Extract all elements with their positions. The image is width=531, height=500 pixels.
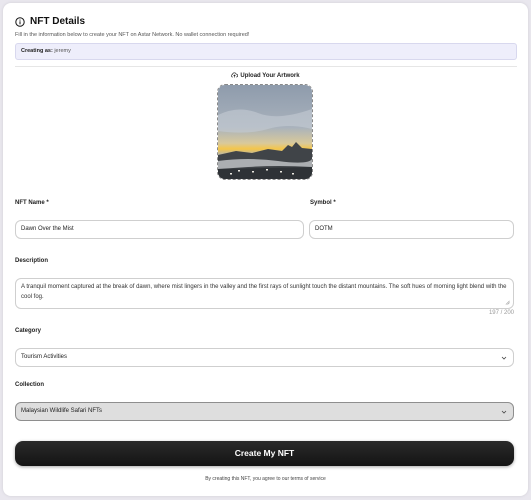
symbol-label: Symbol * (310, 200, 336, 206)
create-nft-button[interactable]: Create My NFT (15, 441, 514, 466)
category-selected-value: Tourism Activities (21, 354, 68, 360)
artwork-preview-image (218, 85, 312, 179)
creating-as-user: jeremy (54, 48, 71, 54)
info-icon (15, 16, 25, 27)
page-subtitle: Fill in the information below to create … (15, 32, 250, 38)
symbol-input[interactable]: DOTM (309, 220, 514, 239)
collection-select[interactable]: Malaysian Wildlife Safari NFTs (15, 402, 514, 421)
terms-text: By creating this NFT, you agree to our t… (205, 476, 326, 482)
description-char-counter: 197 / 200 (488, 310, 514, 316)
creating-as-banner: Creating as: jeremy (15, 43, 517, 60)
resize-handle-icon[interactable] (505, 300, 510, 305)
category-label: Category (15, 328, 42, 334)
header: NFT Details (15, 16, 85, 27)
nft-name-input[interactable]: Dawn Over the Mist (15, 220, 304, 239)
divider (15, 66, 517, 67)
upload-artwork-label: Upload Your Artwork (0, 72, 531, 79)
collection-label: Collection (15, 382, 45, 388)
upload-artwork-text: Upload Your Artwork (240, 73, 300, 79)
description-label: Description (15, 258, 49, 264)
artwork-upload-dropzone[interactable] (217, 84, 313, 180)
category-select[interactable]: Tourism Activities (15, 348, 514, 367)
cloud-upload-icon (231, 72, 239, 78)
description-text: A tranquil moment captured at the break … (21, 284, 507, 300)
chevron-down-icon (501, 410, 507, 414)
nft-name-label: NFT Name * (15, 200, 49, 206)
creating-as-label: Creating as: (21, 48, 53, 54)
collection-selected-value: Malaysian Wildlife Safari NFTs (21, 408, 103, 414)
description-textarea[interactable]: A tranquil moment captured at the break … (15, 278, 514, 309)
chevron-down-icon (501, 356, 507, 360)
page-title: NFT Details (30, 16, 86, 27)
